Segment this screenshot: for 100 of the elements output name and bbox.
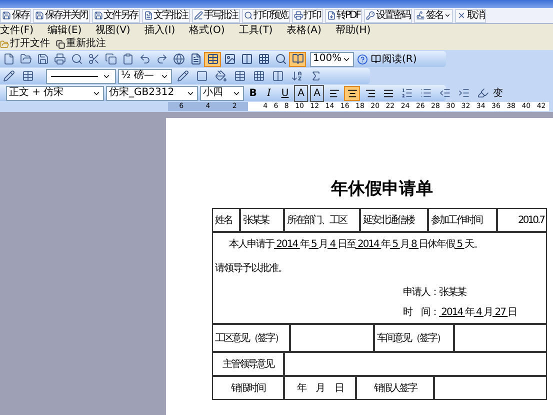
- save-icon: [35, 11, 44, 20]
- caret-icon: [444, 12, 451, 19]
- table-cell: 年 月 日: [284, 376, 356, 400]
- highlighter-icon: [476, 87, 488, 99]
- sort-icon: [290, 70, 302, 82]
- search-icon: [70, 53, 82, 65]
- pen-icon: [176, 70, 188, 82]
- document-icon: [190, 53, 202, 65]
- menu-item[interactable]: 视图(V): [96, 26, 130, 36]
- book-icon: [371, 54, 381, 64]
- open-icon: [20, 53, 32, 65]
- pen-icon: [194, 11, 202, 20]
- toolbar-button[interactable]: 打印预览: [242, 8, 290, 22]
- format-button[interactable]: A: [310, 84, 324, 102]
- menu-item[interactable]: 格式(O): [189, 26, 225, 36]
- printer-icon: [294, 11, 302, 20]
- grid-icon: [258, 53, 270, 65]
- columns-icon: [272, 70, 284, 82]
- applicant-text: 申请人：张某某: [402, 286, 468, 299]
- table-toggle[interactable]: [204, 52, 221, 66]
- table-cell: 车间意见（签字）: [374, 324, 454, 352]
- toolbar-button[interactable]: 打开文件: [0, 39, 50, 49]
- table-cell: 所在部门、工区: [284, 208, 360, 232]
- format-button[interactable]: U: [278, 86, 292, 100]
- outdent-icon: [438, 87, 450, 99]
- folder-icon: [0, 40, 9, 48]
- note-icon: [144, 11, 152, 20]
- table-icon: [22, 70, 34, 82]
- search-icon: [274, 53, 286, 65]
- fill-icon: [214, 70, 226, 82]
- undo-icon: [138, 53, 150, 65]
- sum-icon: [310, 70, 322, 82]
- toolbar-button[interactable]: 保存: [0, 8, 31, 22]
- help-icon: [357, 54, 368, 64]
- style-select[interactable]: 正文 + 仿宋: [6, 86, 104, 100]
- globe-icon: [172, 53, 184, 65]
- save-icon: [36, 53, 48, 65]
- table-icon: [234, 70, 246, 82]
- table-icon: [206, 53, 218, 65]
- table-cell: 工区意见（签字）: [212, 324, 290, 352]
- toolbar-button[interactable]: 重新批注: [56, 39, 106, 49]
- menu-item[interactable]: 工具(T): [238, 26, 273, 36]
- menu-item[interactable]: 文件(F): [0, 26, 34, 36]
- menu-item[interactable]: 表格(A): [286, 26, 322, 36]
- request-sentence: 本人申请于 2014 年 5 月 4 日至 2014 年 5 月 8 日休年假 5 天。: [228, 238, 484, 251]
- align-center-icon: [346, 88, 358, 98]
- format-button[interactable]: I: [262, 86, 276, 100]
- book-icon: [292, 53, 304, 65]
- toolbar-button[interactable]: 设置密码: [364, 8, 412, 22]
- align-center-button[interactable]: [344, 86, 360, 100]
- line-style-select[interactable]: [46, 68, 116, 84]
- pdf-icon: [326, 11, 336, 20]
- save-icon: [94, 11, 102, 20]
- toolbar-button[interactable]: 保存并关闭: [33, 8, 90, 22]
- document-title: 年休假申请单: [330, 178, 434, 200]
- table-cell: 2010.7: [497, 208, 547, 232]
- table-cell: 延安北通信楼: [360, 208, 428, 232]
- toolbar-button[interactable]: 签名: [414, 8, 453, 22]
- copy-icon: [56, 40, 65, 48]
- pencil-icon: [2, 70, 14, 82]
- cut-icon: [88, 53, 100, 65]
- paste-icon: [122, 53, 134, 65]
- approval-text: 请领导予以批准。: [214, 262, 288, 275]
- table-cell: 参加工作时间: [428, 208, 497, 232]
- printer-icon: [54, 53, 66, 65]
- size-select[interactable]: 小四: [200, 86, 244, 100]
- toolbar-button[interactable]: 文字批注: [142, 8, 190, 22]
- columns-icon: [240, 53, 252, 65]
- toolbar-button[interactable]: 文件另存: [92, 8, 140, 22]
- table-cell: 销假时间: [212, 376, 284, 400]
- zoom-select[interactable]: 100%: [310, 52, 354, 66]
- border-icon: [196, 70, 208, 82]
- search-icon: [244, 11, 252, 20]
- toolbar-button[interactable]: 打印: [292, 8, 322, 22]
- image-icon: [224, 53, 236, 65]
- font-select[interactable]: 仿宋_GB2312: [106, 86, 198, 100]
- table-cell: 姓名: [212, 208, 240, 232]
- new-file-icon: [2, 53, 14, 65]
- redo-icon: [156, 53, 168, 65]
- toolbar-button[interactable]: 手写批注: [192, 8, 240, 22]
- menu-item[interactable]: 编辑(E): [48, 26, 82, 36]
- indent-icon: [458, 87, 470, 99]
- format-button[interactable]: A: [294, 84, 308, 102]
- copy-icon: [104, 53, 116, 65]
- menu-item[interactable]: 帮助(H): [335, 26, 371, 36]
- numbered-list-icon: [400, 87, 412, 99]
- align-right-icon: [364, 88, 376, 98]
- key-icon: [366, 11, 375, 20]
- format-button[interactable]: B: [246, 86, 260, 100]
- align-justify-icon: [382, 88, 394, 98]
- menu-item[interactable]: 插入(I): [144, 26, 176, 36]
- book-toggle[interactable]: [289, 52, 306, 66]
- char-button[interactable]: 变: [493, 86, 503, 100]
- align-left-icon: [328, 88, 340, 98]
- table-cell: 主管领导意见: [212, 352, 284, 376]
- toolbar-button[interactable]: 转PDF: [324, 8, 362, 22]
- read-button[interactable]: 阅读(R): [371, 52, 417, 66]
- line-weight-select[interactable]: ½ 磅—: [118, 68, 172, 84]
- toolbar-button[interactable]: 取消: [454, 8, 486, 22]
- close-icon: [456, 11, 466, 20]
